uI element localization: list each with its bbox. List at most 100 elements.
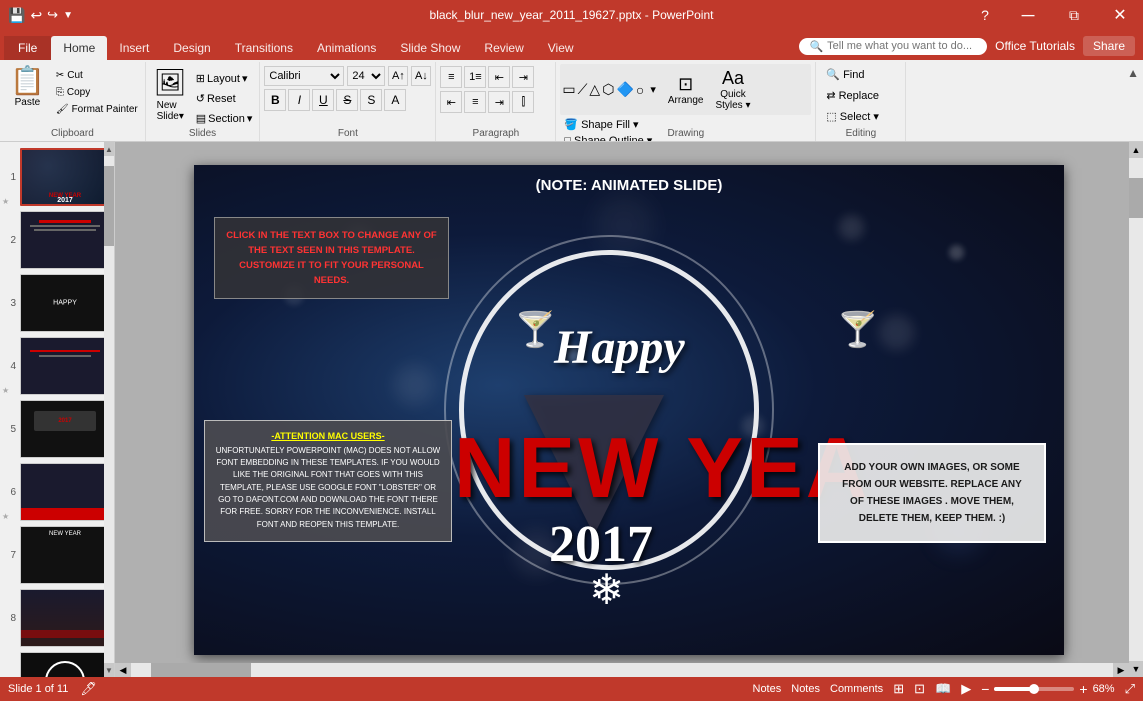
align-right-button[interactable]: ⇥	[488, 91, 510, 113]
underline-button[interactable]: U	[312, 89, 334, 111]
font-size-select[interactable]: 24	[347, 66, 385, 86]
italic-button[interactable]: I	[288, 89, 310, 111]
increase-indent-button[interactable]: ⇥	[512, 66, 534, 88]
tab-animations[interactable]: Animations	[305, 36, 388, 60]
cocktail-left: 🍸	[514, 310, 556, 350]
canvas-scrollbar-v[interactable]: ▲ ▼	[1129, 142, 1143, 677]
slide-thumb-6[interactable]	[20, 463, 110, 521]
tell-me-input[interactable]	[827, 40, 977, 52]
reset-button[interactable]: ↺ Reset	[193, 90, 256, 107]
ribbon-slides-group: 🖼 NewSlide▾ ⊞ Layout ▾ ↺ Reset ▤ Section…	[146, 62, 261, 141]
quick-styles-icon: Aa	[722, 68, 744, 89]
copy-button[interactable]: ⎘ Copy	[53, 85, 141, 100]
slide-thumb-2[interactable]	[20, 211, 110, 269]
tab-slideshow[interactable]: Slide Show	[388, 36, 472, 60]
view-reading-btn[interactable]: 📖	[935, 681, 951, 697]
zoom-in-button[interactable]: +	[1079, 681, 1087, 697]
tab-view[interactable]: View	[536, 36, 586, 60]
slide-thumb-3[interactable]: HAPPY	[20, 274, 110, 332]
undo-icon[interactable]: ↩	[30, 7, 42, 24]
clipboard-group-label: Clipboard	[51, 128, 94, 139]
mac-users-box[interactable]: -ATTENTION MAC USERS- UNFORTUNATELY POWE…	[204, 420, 452, 543]
canvas-scroll-up[interactable]: ▲	[1129, 142, 1143, 158]
slide-canvas[interactable]: (NOTE: ANIMATED SLIDE) CLICK IN THE TEXT…	[194, 165, 1064, 655]
tab-design[interactable]: Design	[161, 36, 222, 60]
numbering-button[interactable]: 1≡	[464, 66, 486, 88]
view-slide-sorter-btn[interactable]: ⊡	[914, 681, 925, 697]
font-color-button[interactable]: A	[384, 89, 406, 111]
section-button[interactable]: ▤ Section ▾	[193, 110, 256, 127]
canvas-scroll-down[interactable]: ▼	[1129, 661, 1143, 677]
window-minimize-btn[interactable]: ─	[1005, 0, 1051, 30]
slide-thumb-4[interactable]	[20, 337, 110, 395]
quick-access-toolbar: 💾 ↩ ↪ ▼	[0, 7, 73, 24]
ribbon-collapse-button[interactable]: ▲	[1123, 62, 1143, 84]
comments-button[interactable]: Comments	[830, 683, 883, 695]
drawing-group-label: Drawing	[668, 128, 705, 139]
tab-insert[interactable]: Insert	[107, 36, 161, 60]
canvas-scroll-left[interactable]: ◀	[115, 663, 131, 677]
slide-thumb-5[interactable]: 2017	[20, 400, 110, 458]
slide-thumb-8[interactable]	[20, 589, 110, 647]
layout-button[interactable]: ⊞ Layout ▾	[193, 70, 256, 87]
slide-thumb-1[interactable]: NEW YEAR 2017	[20, 148, 110, 206]
shapes-icon-5: 🔷	[616, 81, 633, 98]
window-help-btn[interactable]: ?	[965, 0, 1005, 30]
font-size-increase-button[interactable]: A↑	[388, 66, 408, 86]
tab-transitions[interactable]: Transitions	[223, 36, 305, 60]
format-painter-button[interactable]: 🖌 Format Painter	[53, 102, 141, 117]
fit-slide-button[interactable]: ⤢	[1125, 681, 1135, 697]
bullets-button[interactable]: ≡	[440, 66, 462, 88]
find-button[interactable]: 🔍 Find	[822, 66, 899, 83]
save-icon[interactable]: 💾	[8, 7, 25, 24]
canvas-scrollbar-h[interactable]: ◀ ▶	[115, 663, 1129, 677]
office-tutorials-link[interactable]: Office Tutorials	[995, 39, 1075, 53]
shapes-more-icon[interactable]: ▾	[650, 83, 656, 96]
window-restore-btn[interactable]: ⧉	[1051, 0, 1097, 30]
new-slide-button[interactable]: 🖼 NewSlide▾	[150, 64, 191, 125]
layout-icon: ⊞	[196, 72, 205, 85]
scroll-up-arrow[interactable]: ▲	[104, 142, 114, 156]
align-center-button[interactable]: ≡	[464, 91, 486, 113]
new-slide-icon: 🖼	[154, 67, 187, 98]
replace-button[interactable]: ⇄ Replace	[822, 87, 899, 104]
panel-scrollbar[interactable]: ▲ ▼	[104, 142, 114, 677]
new-slide-label: NewSlide▾	[157, 100, 184, 122]
share-button[interactable]: Share	[1083, 36, 1135, 56]
strikethrough-button[interactable]: S	[336, 89, 358, 111]
tell-me-box[interactable]: 🔍	[799, 38, 987, 55]
canvas-scroll-right[interactable]: ▶	[1113, 663, 1129, 677]
zoom-out-button[interactable]: −	[981, 681, 989, 697]
notes-label[interactable]: Notes	[791, 683, 820, 695]
select-button[interactable]: ⬚ Select ▾	[822, 108, 899, 125]
arrange-button[interactable]: ⊡ Arrange	[662, 72, 710, 108]
cut-button[interactable]: ✂ Cut	[53, 68, 141, 83]
font-shadow-button[interactable]: S	[360, 89, 382, 111]
tab-review[interactable]: Review	[472, 36, 535, 60]
columns-button[interactable]: ⫿	[512, 91, 534, 113]
slide-thumb-7[interactable]: NEW YEAR	[20, 526, 110, 584]
shapes-icon-3: △	[589, 81, 600, 98]
font-size-decrease-button[interactable]: A↓	[411, 66, 431, 86]
paste-button[interactable]: 📋 Paste	[4, 64, 51, 111]
quick-styles-button[interactable]: Aa Quick Styles ▾	[711, 66, 754, 113]
font-name-select[interactable]: Calibri	[264, 66, 344, 86]
new-year-text: NEW YEA	[454, 420, 870, 518]
scroll-down-arrow[interactable]: ▼	[104, 663, 114, 677]
notes-button[interactable]: Notes	[753, 683, 782, 695]
shapes-icon-2: ⟋	[578, 81, 588, 98]
tab-home[interactable]: Home	[51, 36, 107, 60]
view-slideshow-btn[interactable]: ▶	[961, 681, 971, 697]
ribbon-editing-group: 🔍 Find ⇄ Replace ⬚ Select ▾ Editing	[816, 62, 906, 141]
bold-button[interactable]: B	[264, 89, 286, 111]
instruction-box-red[interactable]: CLICK IN THE TEXT BOX TO CHANGE ANY OF T…	[214, 217, 449, 300]
view-normal-btn[interactable]: ⊞	[893, 681, 904, 697]
customize-qat-icon[interactable]: ▼	[63, 10, 73, 21]
decrease-indent-button[interactable]: ⇤	[488, 66, 510, 88]
tab-file[interactable]: File	[4, 36, 51, 60]
images-box[interactable]: ADD YOUR OWN IMAGES, OR SOME FROM OUR WE…	[818, 443, 1046, 543]
align-left-button[interactable]: ⇤	[440, 91, 462, 113]
redo-icon[interactable]: ↪	[47, 7, 58, 23]
slide-thumb-9[interactable]	[20, 652, 110, 677]
window-close-btn[interactable]: ✕	[1097, 0, 1143, 30]
